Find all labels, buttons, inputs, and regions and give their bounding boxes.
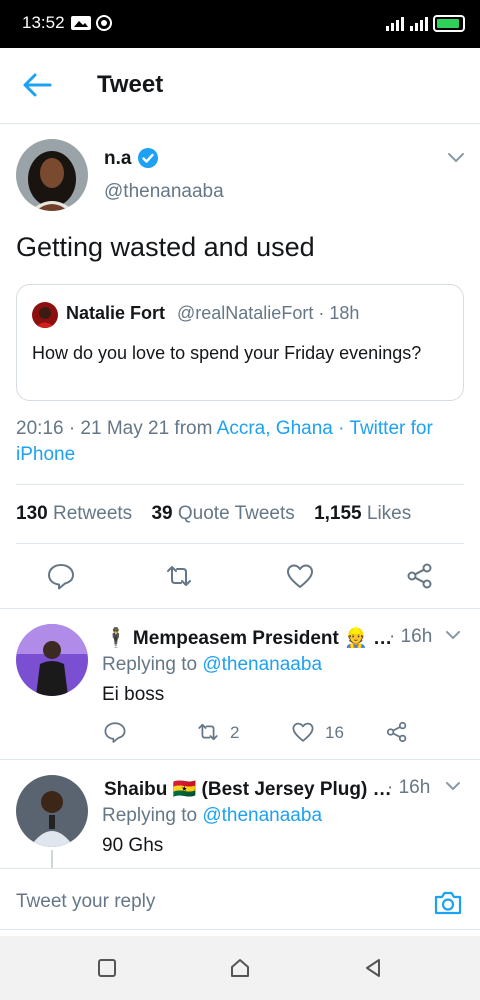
signal-icon bbox=[386, 17, 428, 31]
tweet-meta: 20:16 · 21 May 21 from Accra, Ghana · Tw… bbox=[16, 416, 466, 468]
retweets-label: Retweets bbox=[52, 503, 133, 524]
chevron-down-icon[interactable] bbox=[447, 152, 465, 164]
notification-image-icon bbox=[71, 16, 91, 30]
reply-text: 90 Ghs bbox=[102, 835, 164, 856]
heart-icon[interactable] bbox=[285, 561, 315, 591]
system-nav-bar bbox=[0, 936, 480, 1000]
retweets-count: 130 bbox=[16, 503, 48, 524]
reply-composer: Tweet your reply bbox=[0, 868, 480, 936]
quotes-stat[interactable]: 39 Quote Tweets bbox=[151, 503, 294, 524]
reply-icon[interactable] bbox=[46, 561, 76, 591]
likes-label: Likes bbox=[366, 503, 412, 524]
share-icon[interactable] bbox=[385, 720, 409, 744]
chevron-down-icon[interactable] bbox=[445, 630, 461, 641]
reply-avatar[interactable] bbox=[16, 775, 88, 847]
arrow-left-icon[interactable] bbox=[22, 72, 52, 98]
heart-icon[interactable] bbox=[291, 720, 315, 744]
battery-icon bbox=[433, 15, 465, 32]
reply-icon[interactable] bbox=[103, 720, 127, 744]
reply-avatar[interactable] bbox=[16, 624, 88, 696]
location-link[interactable]: Accra, Ghana bbox=[217, 418, 333, 439]
thread-line bbox=[51, 850, 53, 868]
tweet-text: Getting wasted and used bbox=[16, 232, 315, 262]
divider bbox=[0, 759, 480, 760]
status-time: 13:52 bbox=[22, 13, 65, 32]
retweet-icon[interactable] bbox=[164, 561, 194, 591]
page-title: Tweet bbox=[97, 71, 164, 98]
replying-handle-link[interactable]: @thenanaaba bbox=[202, 654, 322, 675]
verified-badge-icon bbox=[138, 148, 158, 168]
quoted-tweet-card[interactable]: Natalie Fort @realNatalieFort · 18h How … bbox=[16, 284, 464, 401]
status-bar: 13:52 bbox=[0, 0, 480, 48]
reply-time: · 16h bbox=[389, 626, 433, 647]
top-app-bar: Tweet bbox=[0, 48, 480, 124]
replying-handle-link[interactable]: @thenanaaba bbox=[202, 805, 322, 826]
replying-prefix: Replying to bbox=[102, 805, 203, 826]
replying-prefix: Replying to bbox=[102, 654, 203, 675]
reply-author-name[interactable]: Shaibu 🇬🇭 (Best Jersey Plug) … bbox=[104, 777, 392, 801]
quotes-count: 39 bbox=[151, 503, 173, 524]
reply-like-count: 16 bbox=[325, 723, 344, 742]
replying-to: Replying to @thenanaaba bbox=[102, 654, 322, 676]
likes-count: 1,155 bbox=[314, 503, 362, 524]
tweet-stats: 130 Retweets 39 Quote Tweets 1,155 Likes bbox=[16, 503, 411, 525]
divider bbox=[0, 608, 480, 609]
meta-separator: · bbox=[332, 418, 350, 439]
divider bbox=[16, 484, 464, 485]
quoted-author-avatar bbox=[32, 302, 58, 328]
quoted-author-handle: @realNatalieFort · 18h bbox=[177, 303, 360, 323]
share-icon[interactable] bbox=[405, 561, 435, 591]
divider bbox=[16, 543, 464, 544]
reply-time: · 16h bbox=[387, 777, 431, 798]
retweet-icon[interactable] bbox=[196, 720, 220, 744]
likes-stat[interactable]: 1,155 Likes bbox=[314, 503, 411, 524]
recent-apps-icon[interactable] bbox=[95, 956, 119, 980]
replying-to: Replying to @thenanaaba bbox=[102, 805, 322, 827]
reply-text: Ei boss bbox=[102, 684, 165, 705]
reply-retweet-count: 2 bbox=[230, 723, 240, 742]
reply-input[interactable]: Tweet your reply bbox=[16, 891, 155, 913]
home-icon[interactable] bbox=[228, 956, 252, 980]
author-handle[interactable]: @thenanaaba bbox=[104, 181, 224, 203]
author-name[interactable]: n.a bbox=[104, 148, 131, 170]
camera-icon[interactable] bbox=[433, 890, 463, 916]
reply-author-name[interactable]: 🕴 Mempeasem President 👷 … bbox=[104, 626, 392, 650]
tweet-timestamp: 20:16 · 21 May 21 from bbox=[16, 418, 217, 439]
quoted-author-name: Natalie Fort bbox=[66, 303, 166, 323]
back-triangle-icon[interactable] bbox=[361, 956, 385, 980]
quotes-label: Quote Tweets bbox=[177, 503, 295, 524]
circle-status-icon bbox=[96, 15, 112, 31]
author-avatar[interactable] bbox=[16, 139, 88, 211]
quoted-tweet-text: How do you love to spend your Friday eve… bbox=[32, 343, 422, 363]
retweets-stat[interactable]: 130 Retweets bbox=[16, 503, 132, 524]
chevron-down-icon[interactable] bbox=[445, 781, 461, 792]
